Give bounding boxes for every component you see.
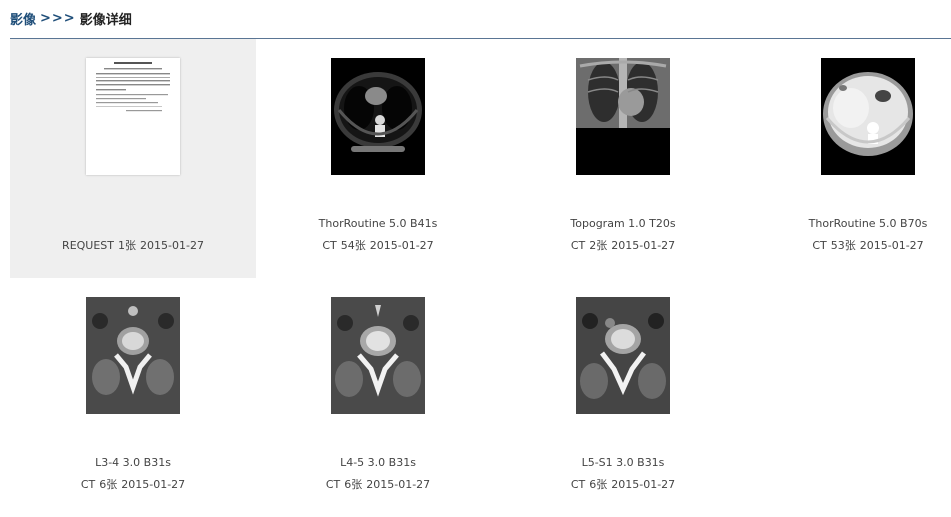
series-meta: CT 6张 2015-01-27: [10, 478, 256, 492]
series-modality: CT: [570, 478, 586, 491]
series-card-thorroutine-b41s[interactable]: ThorRoutine 5.0 B41s CT 54张 2015-01-27: [255, 39, 501, 278]
series-card-l5-s1[interactable]: L5-S1 3.0 B31s CT 6张 2015-01-27: [500, 278, 746, 517]
spine-ct-thumbnail: [331, 297, 425, 414]
series-modality: CT: [325, 478, 341, 491]
series-meta: CT 6张 2015-01-27: [500, 478, 746, 492]
series-date: 2015-01-27: [121, 478, 186, 491]
spine-ct-thumbnail: [86, 297, 180, 414]
series-date: 2015-01-27: [611, 239, 676, 252]
series-label: Topogram 1.0 T20s: [570, 217, 676, 230]
series-label: L4-5 3.0 B31s: [340, 456, 416, 469]
series-modality: REQUEST: [62, 239, 115, 252]
series-count: 2张: [589, 239, 608, 252]
breadcrumb-separator: >>>: [40, 10, 76, 26]
series-meta: CT 6张 2015-01-27: [255, 478, 501, 492]
document-thumbnail: [86, 58, 180, 175]
series-label: ThorRoutine 5.0 B70s: [808, 217, 928, 230]
series-count: 53张: [830, 239, 856, 252]
breadcrumb: 影像 >>> 影像详细: [10, 8, 132, 28]
series-date: 2015-01-27: [611, 478, 676, 491]
series-label: L5-S1 3.0 B31s: [581, 456, 665, 469]
series-meta: CT 53张 2015-01-27: [745, 239, 951, 253]
series-count: 6张: [589, 478, 608, 491]
spine-ct-thumbnail: [576, 297, 670, 414]
series-meta: CT 2张 2015-01-27: [500, 239, 746, 253]
series-modality: CT: [322, 239, 337, 252]
series-card-topogram[interactable]: Topogram 1.0 T20s CT 2张 2015-01-27: [500, 39, 746, 278]
topogram-thumbnail: [576, 58, 670, 175]
series-count: 6张: [99, 478, 118, 491]
series-label: L3-4 3.0 B31s: [95, 456, 171, 469]
series-card-request[interactable]: REQUEST 1张 2015-01-27: [10, 39, 256, 278]
series-meta: REQUEST 1张 2015-01-27: [10, 239, 256, 253]
series-card-l4-5[interactable]: L4-5 3.0 B31s CT 6张 2015-01-27: [255, 278, 501, 517]
series-date: 2015-01-27: [859, 239, 924, 252]
series-count: 54张: [340, 239, 366, 252]
chest-ct-thumbnail: [331, 58, 425, 175]
series-count: 1张: [118, 239, 137, 252]
breadcrumb-current: 影像详细: [79, 12, 132, 28]
series-date: 2015-01-27: [369, 239, 434, 252]
series-date: 2015-01-27: [366, 478, 431, 491]
series-modality: CT: [80, 478, 96, 491]
series-card-l3-4[interactable]: L3-4 3.0 B31s CT 6张 2015-01-27: [10, 278, 256, 517]
abdomen-ct-thumbnail: [821, 58, 915, 175]
series-meta: CT 54张 2015-01-27: [255, 239, 501, 253]
series-card-thorroutine-b70s[interactable]: ThorRoutine 5.0 B70s CT 53张 2015-01-27: [745, 39, 951, 278]
series-date: 2015-01-27: [140, 239, 204, 252]
series-count: 6张: [344, 478, 363, 491]
image-series-grid: REQUEST 1张 2015-01-27 ThorRoutine 5.0 B41s…: [10, 39, 951, 506]
series-label: ThorRoutine 5.0 B41s: [318, 217, 438, 230]
series-modality: CT: [812, 239, 827, 252]
breadcrumb-parent-link[interactable]: 影像: [10, 9, 36, 28]
series-modality: CT: [570, 239, 586, 252]
